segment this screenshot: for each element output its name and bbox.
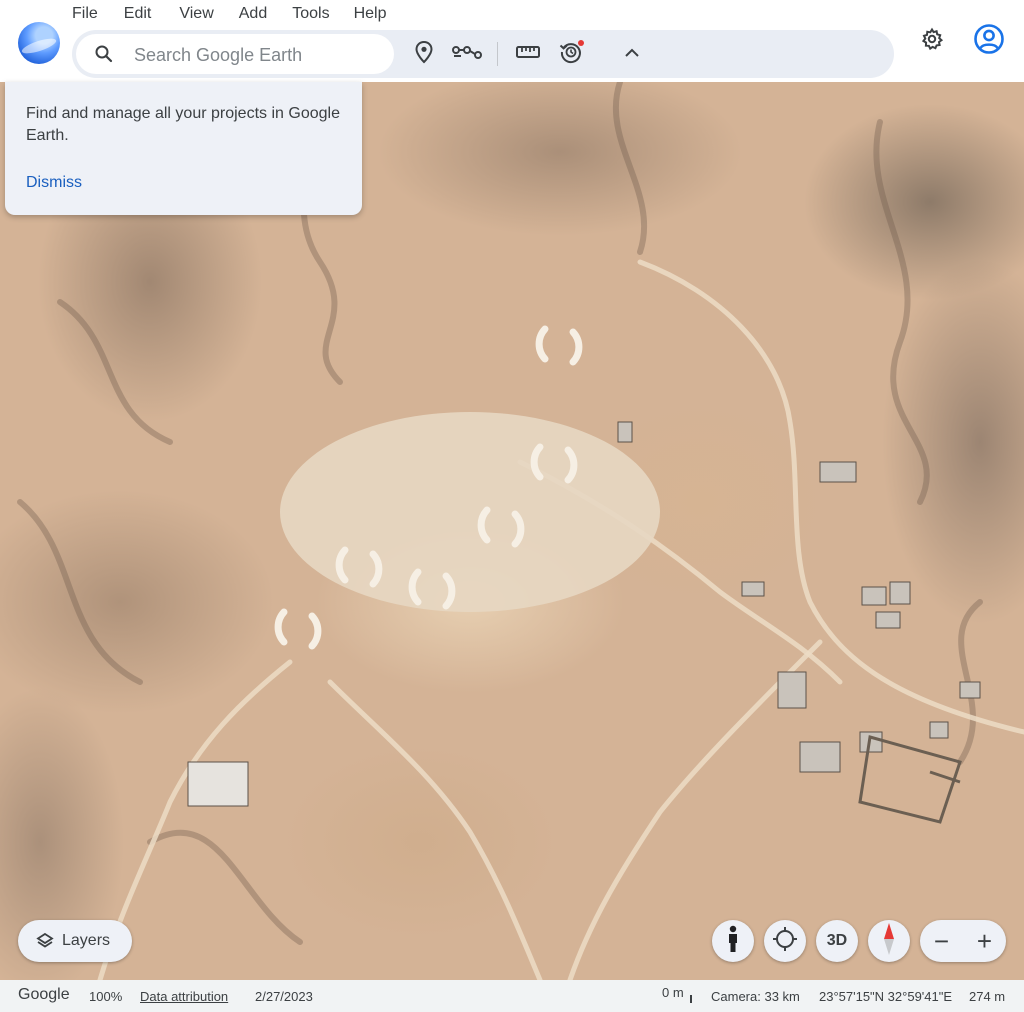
pegman-icon xyxy=(725,925,741,958)
path-icon xyxy=(452,42,482,67)
zoom-level: 100% xyxy=(89,989,123,1004)
google-brand: Google xyxy=(18,986,70,1003)
search-input[interactable] xyxy=(132,42,386,68)
dismiss-button[interactable]: Dismiss xyxy=(26,174,82,192)
menu-view[interactable]: View xyxy=(179,2,213,26)
scale-label: 0 m xyxy=(662,985,684,1000)
satellite-imagery xyxy=(17,82,1024,980)
app-header: File Edit View Add Tools Help xyxy=(0,0,1024,82)
menu-edit[interactable]: Edit xyxy=(124,2,152,26)
historical-imagery-button[interactable] xyxy=(553,36,589,72)
measure-button[interactable] xyxy=(510,36,546,72)
map-view[interactable] xyxy=(0,82,1024,980)
account-button[interactable] xyxy=(970,22,1008,60)
menu-bar: File Edit View Add Tools Help xyxy=(72,2,412,26)
search-icon xyxy=(94,44,114,64)
popup-message: Find and manage all your projects in Goo… xyxy=(26,105,340,144)
toolbar-divider xyxy=(497,42,498,66)
ruler-icon xyxy=(516,44,540,65)
toolbar xyxy=(72,30,894,78)
scale-bar xyxy=(690,995,692,1003)
menu-add[interactable]: Add xyxy=(239,2,267,26)
placemark-icon xyxy=(413,40,435,69)
account-icon xyxy=(973,23,1005,60)
projects-tip-popup: Find and manage all your projects in Goo… xyxy=(5,82,362,215)
pegman-button[interactable] xyxy=(712,920,754,962)
draw-path-button[interactable] xyxy=(449,36,485,72)
gear-icon xyxy=(920,27,944,56)
my-location-button[interactable] xyxy=(764,920,806,962)
compass-icon xyxy=(881,921,897,962)
imagery-date: 2/27/2023 xyxy=(255,989,313,1004)
layers-icon xyxy=(36,932,54,950)
zoom-in-button[interactable]: + xyxy=(963,920,1006,962)
compass-button[interactable] xyxy=(868,920,910,962)
zoom-controls: − + xyxy=(920,920,1006,962)
3d-label: 3D xyxy=(826,932,848,949)
layers-label: Layers xyxy=(62,932,111,949)
menu-tools[interactable]: Tools xyxy=(292,2,329,26)
add-placemark-button[interactable] xyxy=(406,36,442,72)
menu-file[interactable]: File xyxy=(72,2,98,26)
notification-dot xyxy=(578,40,584,46)
search-box[interactable] xyxy=(76,34,394,74)
collapse-toolbar-button[interactable] xyxy=(614,36,650,72)
crosshair-icon xyxy=(772,926,798,957)
google-earth-logo[interactable] xyxy=(18,22,60,64)
toggle-3d-button[interactable]: 3D xyxy=(816,920,858,962)
settings-button[interactable] xyxy=(914,23,950,59)
elevation: 274 m xyxy=(969,989,1006,1004)
zoom-out-button[interactable]: − xyxy=(920,920,963,962)
chevron-up-icon xyxy=(624,45,640,63)
status-bar: Google 100% Data attribution 2/27/2023 0… xyxy=(0,980,1024,1012)
data-attribution-link[interactable]: Data attribution xyxy=(140,989,228,1005)
camera-altitude: Camera: 33 km xyxy=(711,989,800,1004)
menu-help[interactable]: Help xyxy=(354,2,387,26)
cursor-coordinates: 23°57'15"N 32°59'41"E xyxy=(819,989,953,1004)
layers-button[interactable]: Layers xyxy=(18,920,132,962)
